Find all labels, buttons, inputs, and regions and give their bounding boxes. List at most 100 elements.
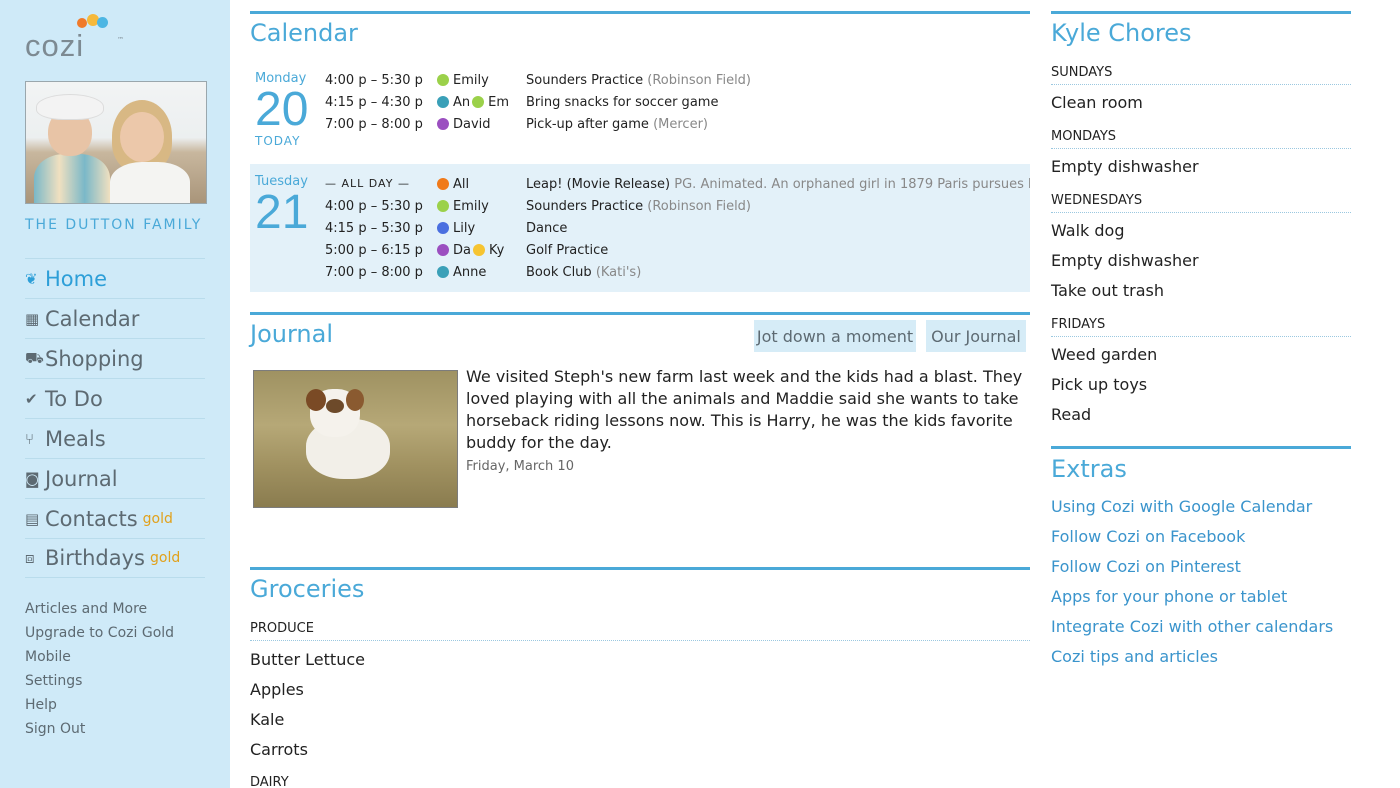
chore-item[interactable]: Weed garden (1051, 345, 1157, 364)
extras-link[interactable]: Integrate Cozi with other calendars (1051, 617, 1333, 636)
calendar-icon: ▦ (25, 309, 40, 328)
nav-item-to-do[interactable]: ✔ To Do (25, 378, 205, 418)
journal-photo[interactable] (253, 370, 458, 508)
calendar-event[interactable]: — ALL DAY — All Leap! (Movie Release) PG. … (250, 173, 1030, 195)
attendee-color-dot (472, 244, 485, 256)
extras-link[interactable]: Apps for your phone or tablet (1051, 587, 1287, 606)
grocery-item[interactable]: Apples (250, 680, 304, 699)
chore-day-header: SUNDAYS (1051, 65, 1351, 85)
calendar-title[interactable]: Calendar (250, 19, 358, 47)
nav-item-meals[interactable]: ⑂ Meals (25, 418, 205, 458)
attendee-name: Ky (488, 243, 505, 258)
utensils-icon: ⑂ (25, 429, 35, 448)
sidebar-link-upgrade-to-cozi-gold[interactable]: Upgrade to Cozi Gold (25, 624, 174, 648)
nav-item-journal[interactable]: ◙ Journal (25, 458, 205, 498)
nav-item-shopping[interactable]: ⛟ Shopping (25, 338, 205, 378)
grocery-item[interactable]: Carrots (250, 740, 308, 759)
chore-item[interactable]: Empty dishwasher (1051, 251, 1199, 270)
nav-item-birthdays[interactable]: ⧈ Birthdays gold (25, 538, 205, 578)
cozi-logo[interactable]: cozi ™ (25, 14, 135, 64)
event-title: Bring snacks for soccer game (526, 95, 1030, 110)
chore-item[interactable]: Take out trash (1051, 281, 1164, 300)
sidebar-link-articles-and-more[interactable]: Articles and More (25, 600, 174, 624)
today-label: TODAY (255, 134, 301, 148)
sidebar-link-sign-out[interactable]: Sign Out (25, 720, 174, 744)
event-location: (Robinson Field) (647, 199, 752, 214)
attendee-color-dot (437, 74, 449, 86)
journal-title[interactable]: Journal (250, 320, 333, 348)
event-title-text: Bring snacks for soccer game (526, 95, 719, 110)
attendee-color-dot (472, 96, 485, 108)
attendee-color-dot (437, 222, 449, 234)
logo-text: cozi (25, 28, 85, 63)
chores-title[interactable]: Kyle Chores (1051, 19, 1192, 47)
journal-entry-date: Friday, March 10 (466, 459, 574, 474)
camera-icon: ◙ (25, 469, 40, 488)
calendar-event[interactable]: 4:15 p – 5:30 p Lily Dance (250, 217, 1030, 239)
extras-title: Extras (1051, 455, 1127, 483)
grocery-section-produce: PRODUCE (250, 621, 1030, 641)
nav-item-label: Contacts (45, 506, 138, 531)
nav-item-label: Journal (45, 466, 118, 491)
calendar-event[interactable]: 7:00 p – 8:00 p David Pick-up after game (… (250, 113, 1030, 135)
grocery-item[interactable]: Kale (250, 710, 284, 729)
chore-day-header: MONDAYS (1051, 129, 1351, 149)
calendar-event[interactable]: 4:00 p – 5:30 p Emily Sounders Practice (R… (250, 69, 1030, 91)
calendar-event[interactable]: 5:00 p – 6:15 p Da Ky Golf Practice (250, 239, 1030, 261)
gold-badge: gold (142, 510, 173, 527)
event-attendees: Emily (437, 73, 509, 88)
event-title-text: Book Club (526, 265, 592, 280)
chore-day-header: WEDNESDAYS (1051, 193, 1351, 213)
event-time: 5:00 p – 6:15 p (325, 243, 423, 258)
event-time: 7:00 p – 8:00 p (325, 117, 423, 132)
calendar-event[interactable]: 7:00 p – 8:00 p Anne Book Club (Kati's) (250, 261, 1030, 283)
home-icon: ❦ (25, 269, 38, 288)
groceries-title[interactable]: Groceries (250, 575, 364, 603)
journal-entry-text[interactable]: We visited Steph's new farm last week an… (466, 366, 1026, 454)
event-attendees: Emily (437, 199, 509, 214)
calendar-day-monday: Monday 20 TODAY 4:00 p – 5:30 p Emily Sounder… (250, 68, 1030, 160)
jot-down-button[interactable]: Jot down a moment (754, 320, 916, 352)
extras-link[interactable]: Follow Cozi on Facebook (1051, 527, 1245, 546)
nav-item-label: Shopping (45, 346, 144, 371)
extras-link[interactable]: Using Cozi with Google Calendar (1051, 497, 1312, 516)
cart-icon: ⛟ (25, 348, 44, 367)
nav-item-contacts[interactable]: ▤ Contacts gold (25, 498, 205, 538)
journal-top-bar (250, 312, 1030, 315)
chore-item[interactable]: Pick up toys (1051, 375, 1147, 394)
calendar-event[interactable]: 4:00 p – 5:30 p Emily Sounders Practice (R… (250, 195, 1030, 217)
event-title: Book Club (Kati's) (526, 265, 1030, 280)
chores-top-bar (1051, 11, 1351, 14)
event-time: 7:00 p – 8:00 p (325, 265, 423, 280)
extras-link[interactable]: Follow Cozi on Pinterest (1051, 557, 1241, 576)
photo-dog-ear (306, 389, 326, 411)
extras-link[interactable]: Cozi tips and articles (1051, 647, 1218, 666)
event-time: 4:15 p – 5:30 p (325, 221, 423, 236)
nav-item-calendar[interactable]: ▦ Calendar (25, 298, 205, 338)
nav-item-home[interactable]: ❦ Home (25, 258, 205, 298)
family-name[interactable]: THE DUTTON FAMILY (25, 217, 202, 233)
event-location: (Robinson Field) (647, 73, 752, 88)
attendee-name: An (453, 95, 471, 110)
nav-item-label: Home (45, 266, 108, 291)
photo-sun-hat (36, 94, 104, 120)
chore-item[interactable]: Read (1051, 405, 1091, 424)
chore-item[interactable]: Walk dog (1051, 221, 1125, 240)
our-journal-button[interactable]: Our Journal (926, 320, 1026, 352)
logo-trademark: ™ (117, 36, 124, 44)
calendar-event[interactable]: 4:15 p – 4:30 p An Em Bring snacks for socc… (250, 91, 1030, 113)
sidebar-link-mobile[interactable]: Mobile (25, 648, 174, 672)
chore-item[interactable]: Clean room (1051, 93, 1143, 112)
grocery-item[interactable]: Butter Lettuce (250, 650, 365, 669)
attendee-name: Anne (453, 265, 487, 280)
event-title: Dance (526, 221, 1030, 236)
sidebar-link-settings[interactable]: Settings (25, 672, 174, 696)
family-photo[interactable] (25, 81, 207, 204)
groceries-top-bar (250, 567, 1030, 570)
chore-item[interactable]: Empty dishwasher (1051, 157, 1199, 176)
main-nav: ❦ Home ▦ Calendar ⛟ Shopping ✔ To Do ⑂ Meals ◙ Jour… (25, 258, 205, 578)
sidebar: cozi ™ THE DUTTON FAMILY ❦ Home ▦ Calendar ⛟… (0, 0, 230, 788)
calendar-day-tuesday: Tuesday 21— ALL DAY — All Leap! (Movie Rele… (250, 164, 1030, 292)
event-time: 4:15 p – 4:30 p (325, 95, 423, 110)
sidebar-link-help[interactable]: Help (25, 696, 174, 720)
